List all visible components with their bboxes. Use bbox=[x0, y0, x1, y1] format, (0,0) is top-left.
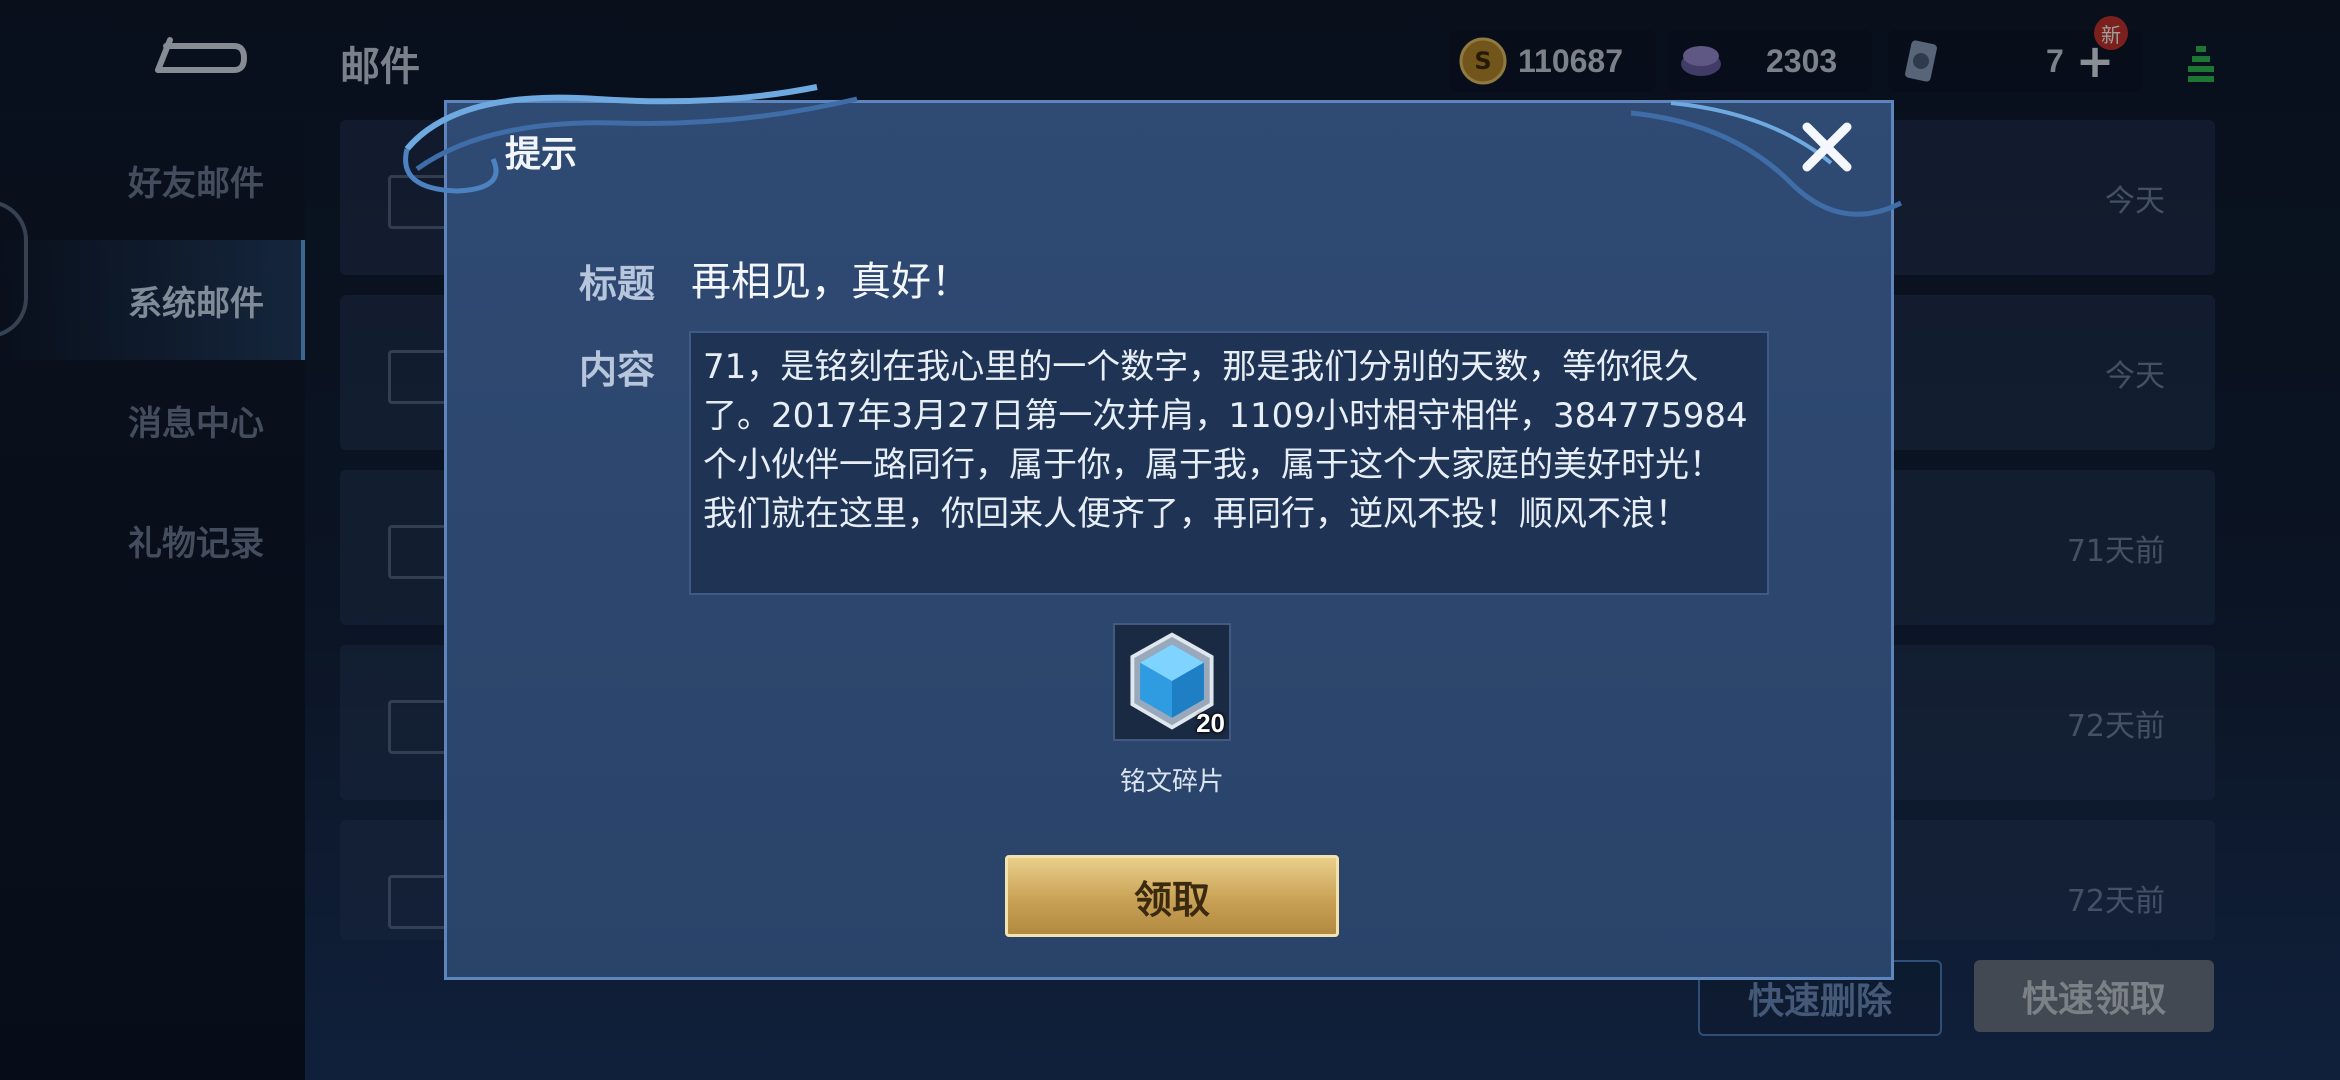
reward-item[interactable]: 20 bbox=[1113, 623, 1231, 741]
close-icon[interactable] bbox=[1791, 111, 1863, 183]
content-label: 内容 bbox=[579, 348, 656, 392]
swirl-decoration bbox=[1630, 101, 1903, 217]
mail-detail-dialog: 提示 标题 再相见，真好！ 内容 71，是铭刻在我心里的一个数字，那是我们分别的… bbox=[403, 84, 1903, 980]
mail-content-box[interactable]: 71，是铭刻在我心里的一个数字，那是我们分别的天数，等你很久了。2017年3月2… bbox=[689, 331, 1769, 595]
reward-count: 20 bbox=[1196, 708, 1225, 738]
subject-label: 标题 bbox=[579, 262, 656, 306]
dialog-title: 提示 bbox=[505, 134, 578, 175]
reward-name: 铭文碎片 bbox=[1119, 767, 1224, 797]
mail-content: 71，是铭刻在我心里的一个数字，那是我们分别的天数，等你很久了。2017年3月2… bbox=[703, 347, 1748, 534]
claim-button[interactable]: 领取 bbox=[1005, 855, 1339, 937]
swirl-decoration bbox=[403, 84, 858, 194]
mail-subject: 再相见，真好！ bbox=[691, 259, 971, 305]
